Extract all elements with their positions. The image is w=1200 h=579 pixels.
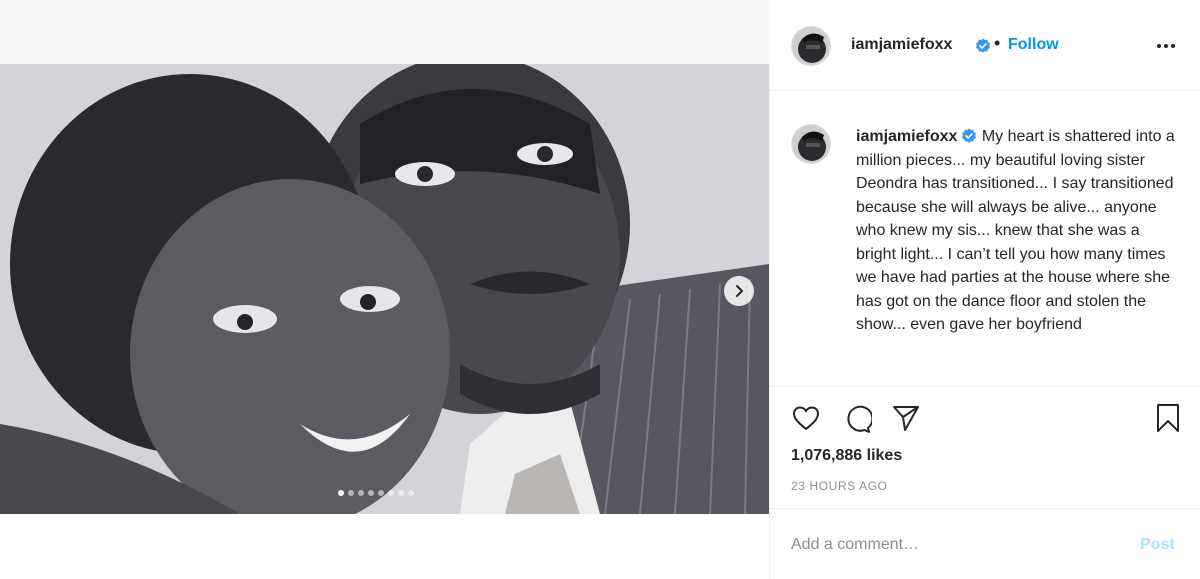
chevron-right-icon (736, 285, 743, 297)
avatar[interactable] (791, 124, 831, 164)
post-side-panel: iamjamiefoxx • Follow iamjamiefoxx My he… (769, 0, 1200, 579)
carousel-dot (408, 490, 414, 496)
post-photo[interactable] (0, 64, 769, 514)
comment-bubble-icon[interactable] (842, 404, 872, 434)
carousel-dot (338, 490, 344, 496)
username-link[interactable]: iamjamiefoxx (851, 36, 952, 54)
comment-input[interactable] (791, 533, 1121, 557)
caption-section: iamjamiefoxx My heart is shattered into … (770, 92, 1200, 386)
comment-section: Post (770, 508, 1200, 579)
header-separator: • (994, 33, 1001, 53)
verified-badge (971, 38, 991, 56)
post-comment-button[interactable]: Post (1140, 536, 1175, 554)
carousel-dot (348, 490, 354, 496)
post-caption: iamjamiefoxx My heart is shattered into … (856, 125, 1176, 337)
caption-text: My heart is shattered into a million pie… (856, 128, 1175, 333)
instagram-post: iamjamiefoxx • Follow iamjamiefoxx My he… (0, 0, 1200, 579)
carousel-indicator (338, 490, 414, 496)
verified-badge-icon (976, 38, 990, 53)
verified-badge-icon (962, 128, 977, 143)
carousel-dot (358, 490, 364, 496)
bookmark-icon[interactable] (1154, 402, 1182, 434)
caption-username-link[interactable]: iamjamiefoxx (856, 128, 957, 145)
carousel-dot (378, 490, 384, 496)
carousel-next-button[interactable] (724, 276, 754, 306)
post-header: iamjamiefoxx • Follow (770, 0, 1200, 91)
paper-plane-icon[interactable] (891, 404, 921, 432)
carousel-dot (368, 490, 374, 496)
post-timestamp[interactable]: 23 HOURS AGO (791, 479, 888, 493)
avatar[interactable] (791, 26, 831, 66)
avatar-image (792, 27, 830, 65)
post-actions: 1,076,886 likes 23 HOURS AGO (770, 386, 1200, 508)
more-options-icon[interactable] (1157, 40, 1181, 52)
like-count[interactable]: 1,076,886 likes (791, 447, 902, 465)
carousel-dot (398, 490, 404, 496)
carousel-dot (388, 490, 394, 496)
heart-icon[interactable] (791, 404, 821, 432)
photo-illustration (0, 64, 769, 514)
follow-button[interactable]: Follow (1008, 36, 1059, 54)
post-media (0, 0, 769, 514)
avatar-image (792, 125, 830, 163)
